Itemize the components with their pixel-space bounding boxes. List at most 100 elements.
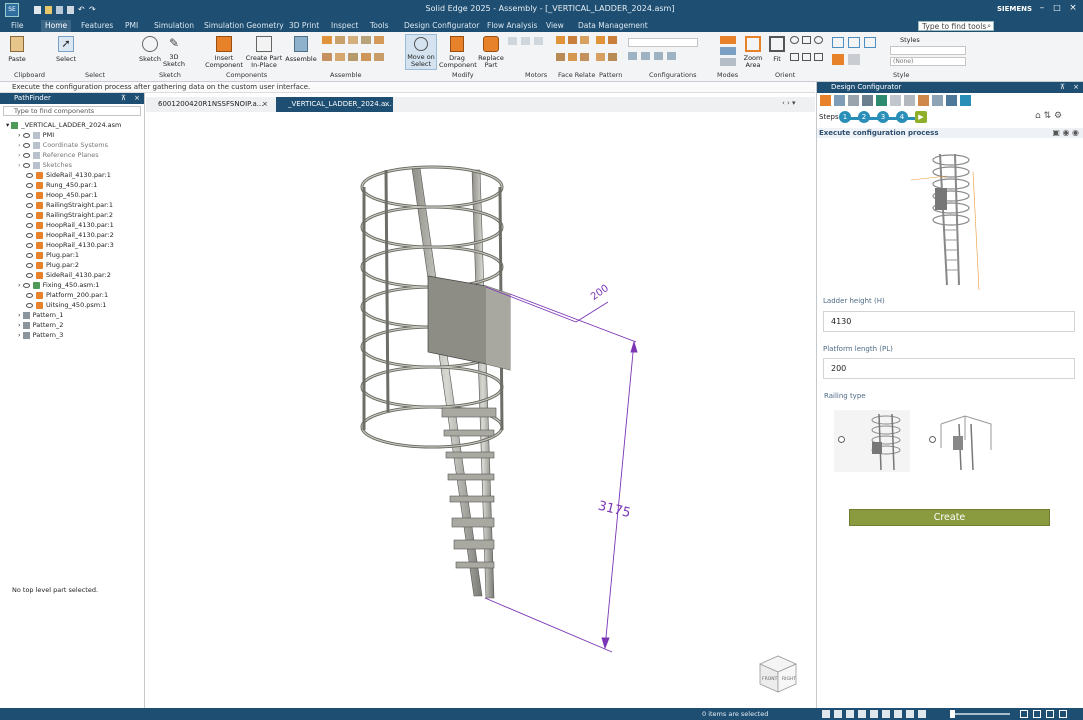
- config-display-icon[interactable]: [654, 52, 663, 60]
- pattern-icon[interactable]: [596, 36, 605, 44]
- orange-shaded-icon[interactable]: [832, 54, 844, 65]
- menu-pmi[interactable]: PMI: [125, 21, 138, 30]
- spin-icon[interactable]: [790, 52, 799, 61]
- connect-icon[interactable]: [361, 36, 371, 44]
- menu-design-configurator[interactable]: Design Configurator: [404, 21, 479, 30]
- status-icon-3[interactable]: [846, 710, 854, 718]
- eye-icon[interactable]: [26, 232, 33, 238]
- gear-relation-icon[interactable]: [374, 52, 384, 61]
- window-icon-1[interactable]: [1020, 710, 1028, 718]
- print-icon[interactable]: [67, 6, 74, 14]
- tree-item-pmi[interactable]: › PMI: [18, 130, 54, 140]
- move-on-select-button[interactable]: Move on Select: [405, 34, 437, 70]
- status-icon-4[interactable]: [858, 710, 866, 718]
- tree-item-pattern[interactable]: › Pattern_3: [18, 330, 63, 340]
- rotate-icon[interactable]: [814, 36, 823, 44]
- menu-home[interactable]: Home: [41, 20, 72, 32]
- menu-flow-analysis[interactable]: Flow Analysis: [487, 21, 537, 30]
- drag-component-button[interactable]: Drag Component: [439, 36, 477, 69]
- status-icon-1[interactable]: [822, 710, 830, 718]
- tree-item-sketches[interactable]: › Sketches: [18, 160, 72, 170]
- dimension-platform-length[interactable]: 200: [589, 283, 611, 303]
- close-button[interactable]: ×: [1066, 3, 1080, 15]
- tool-icon-2[interactable]: [834, 95, 845, 106]
- shaded-edges-icon[interactable]: [848, 37, 860, 48]
- zoom-area-button[interactable]: Zoom Area: [742, 36, 764, 69]
- tool-icon-10[interactable]: [946, 95, 957, 106]
- open-icon[interactable]: [45, 6, 52, 14]
- assemble-button[interactable]: Assemble: [285, 36, 317, 63]
- zoom-slider[interactable]: [950, 710, 1010, 718]
- tool-icon-11[interactable]: [960, 95, 971, 106]
- close-icon[interactable]: ×: [384, 97, 390, 112]
- assemble-tools-grid[interactable]: [322, 36, 390, 66]
- eye-icon[interactable]: [22, 142, 30, 148]
- tree-item-part[interactable]: RailingStraight.par:1: [26, 200, 113, 210]
- tree-item-pattern[interactable]: › Pattern_1: [18, 310, 63, 320]
- menu-view[interactable]: View: [546, 21, 564, 30]
- menu-features[interactable]: Features: [81, 21, 113, 30]
- refresh-icons[interactable]: ▣ ◉ ◉: [1052, 128, 1079, 137]
- simulate-icon[interactable]: [521, 37, 530, 45]
- panel-close-icon[interactable]: ×: [1073, 82, 1079, 93]
- select-button[interactable]: ➚ Select: [54, 36, 78, 63]
- tree-item-part[interactable]: Platform_200.par:1: [26, 290, 108, 300]
- 3d-sketch-button[interactable]: ✎ 3D Sketch: [163, 36, 185, 68]
- sketch-button[interactable]: Sketch: [138, 36, 162, 63]
- eye-icon[interactable]: [22, 282, 30, 288]
- step-toolbar-icons[interactable]: ⌂ ⇅ ⚙: [1035, 111, 1062, 121]
- tree-item-part[interactable]: Plug.par:2: [26, 260, 79, 270]
- wireframe-icon[interactable]: [864, 37, 876, 48]
- motion-icon[interactable]: [534, 37, 543, 45]
- tree-item-part[interactable]: SideRail_4130.par:2: [26, 270, 111, 280]
- dimension-ladder-height[interactable]: 3175: [596, 499, 632, 522]
- tool-icon-1[interactable]: [820, 95, 831, 106]
- shaded-icon[interactable]: [832, 37, 844, 48]
- tree-item-subassembly[interactable]: › Fixing_450.asm:1: [18, 280, 99, 290]
- eye-icon[interactable]: [22, 162, 30, 168]
- style-value[interactable]: (None): [890, 57, 966, 66]
- menu-tools[interactable]: Tools: [370, 21, 388, 30]
- tree-item-part[interactable]: Hoop_450.par:1: [26, 190, 98, 200]
- mode-blue-icon[interactable]: [720, 47, 736, 55]
- tangent-icon[interactable]: [348, 52, 358, 61]
- status-view-tools[interactable]: [822, 710, 950, 718]
- close-icon[interactable]: ×: [262, 97, 268, 112]
- duplicate-icon[interactable]: [596, 52, 605, 61]
- platform-length-input[interactable]: 200: [823, 358, 1075, 379]
- step-4[interactable]: 4: [896, 111, 908, 123]
- pin-icon[interactable]: ⊼: [121, 93, 126, 104]
- step-3[interactable]: 3: [877, 111, 889, 123]
- configurator-toolbar[interactable]: [820, 95, 1000, 108]
- tab-scroll-controls[interactable]: ‹ › ▾: [782, 99, 796, 107]
- previous-view-icon[interactable]: [814, 52, 823, 61]
- mode-orange-icon[interactable]: [720, 36, 736, 44]
- status-window-icons[interactable]: [1020, 710, 1080, 718]
- redo-icon[interactable]: ↷: [89, 6, 96, 14]
- face-concentric-icon[interactable]: [568, 52, 577, 61]
- eye-icon[interactable]: [26, 242, 33, 248]
- configurations-tools[interactable]: [628, 38, 712, 66]
- tree-item-sheetmetal[interactable]: Uitsing_450.psm:1: [26, 300, 106, 310]
- tool-icon-9[interactable]: [932, 95, 943, 106]
- tool-icon-6[interactable]: [890, 95, 901, 106]
- eye-icon[interactable]: [22, 132, 30, 138]
- ladder-model[interactable]: 200 3175: [146, 112, 815, 708]
- undo-icon[interactable]: ↶: [78, 6, 85, 14]
- paste-button[interactable]: Paste: [6, 36, 28, 63]
- face-coplanar-icon[interactable]: [568, 36, 577, 44]
- eye-icon[interactable]: [26, 202, 33, 208]
- pan-icon[interactable]: [802, 36, 811, 44]
- tree-item-part[interactable]: SideRail_4130.par:1: [26, 170, 111, 180]
- panel-close-icon[interactable]: ×: [134, 93, 140, 104]
- tool-search-input[interactable]: Type to find tools ⌕: [918, 21, 994, 31]
- tree-item-coordinate-systems[interactable]: › Coordinate Systems: [18, 140, 108, 150]
- quick-access-toolbar[interactable]: ↶ ↷: [34, 6, 194, 14]
- replace-part-button[interactable]: Replace Part: [476, 36, 506, 69]
- style-dropdown[interactable]: [890, 46, 966, 55]
- eye-icon[interactable]: [26, 192, 33, 198]
- look-at-icon[interactable]: [802, 52, 811, 61]
- tree-item-part[interactable]: Rung_450.par:1: [26, 180, 97, 190]
- face-parallel-icon[interactable]: [580, 36, 589, 44]
- config-explode-icon[interactable]: [641, 52, 650, 60]
